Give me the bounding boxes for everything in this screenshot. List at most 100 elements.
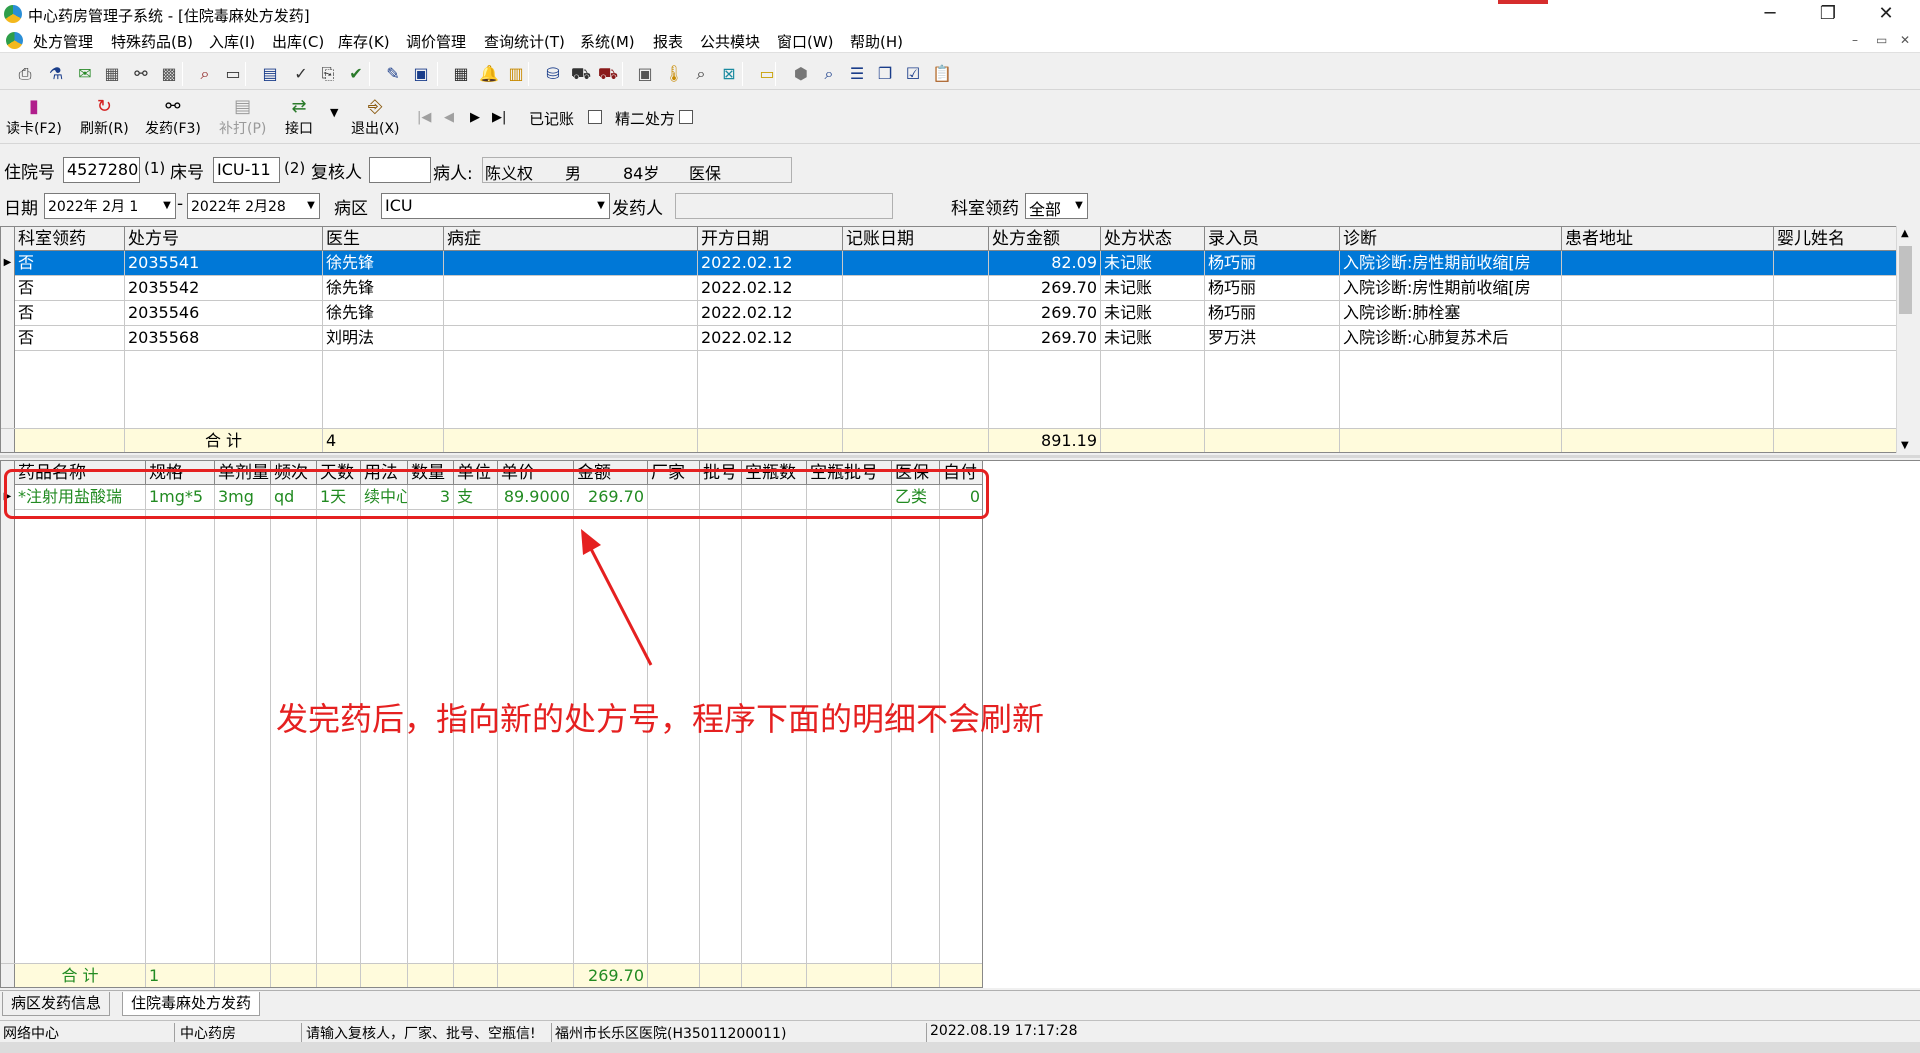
bed-field[interactable]: ICU-11	[213, 157, 280, 183]
window-icon[interactable]: ▣	[410, 63, 432, 85]
nav-last-button[interactable]: ▶|	[492, 110, 506, 125]
list-icon[interactable]: ☰	[846, 63, 868, 85]
rx-col-header[interactable]: 处方号	[125, 227, 323, 251]
print-icon[interactable]: ⎙	[14, 63, 36, 85]
binoculars-icon[interactable]: ⚯	[130, 63, 152, 85]
close-box-icon[interactable]: ⊠	[718, 63, 740, 85]
scroll-down-icon[interactable]: ▼	[1901, 440, 1909, 451]
menu-prescription[interactable]: 处方管理	[33, 31, 93, 52]
rx-col-header[interactable]: 处方状态	[1101, 227, 1205, 251]
rx-col-header[interactable]: 病症	[444, 227, 698, 251]
rx-row[interactable]: 否 2035568 刘明法 2022.02.12 269.70 未记账 罗万洪 入院诊断:心肺…	[1, 326, 1897, 351]
thermometer-icon[interactable]: 🌡	[663, 63, 685, 85]
menu-stock-out[interactable]: 出库(C)	[272, 31, 324, 52]
date-to-picker[interactable]: 2022年 2月28 ▼	[187, 193, 320, 219]
rx-col-header[interactable]: 婴儿姓名	[1774, 227, 1897, 251]
zoom-icon[interactable]: ⌕	[690, 63, 712, 85]
dept-pickup-dropdown-icon[interactable]: ▼	[1071, 194, 1087, 218]
bottle-icon[interactable]: ⚗	[45, 63, 67, 85]
rx-col-header[interactable]: 处方金额	[989, 227, 1101, 251]
scroll-up-icon[interactable]: ▲	[1901, 228, 1909, 239]
rx-row[interactable]: 否 2035546 徐先锋 2022.02.12 269.70 未记账 杨巧丽 入院诊断:肺栓…	[1, 301, 1897, 326]
truck-icon[interactable]: ⛟	[570, 63, 592, 85]
copy-icon[interactable]: ⎘	[317, 63, 339, 85]
date-from-dropdown-icon[interactable]: ▼	[159, 194, 175, 218]
nav-next-button[interactable]: ▶	[470, 110, 480, 125]
dispense-button[interactable]: ⚯ 发药(F3)	[145, 96, 201, 138]
mdi-restore-button[interactable]: ▭	[1876, 33, 1887, 47]
menu-public-module[interactable]: 公共模块	[700, 31, 760, 52]
bucket-icon[interactable]: ⛁	[542, 63, 564, 85]
cascade-icon[interactable]: ❐	[874, 63, 896, 85]
stamp-icon[interactable]: ⬢	[790, 63, 812, 85]
psych2-checkbox[interactable]	[679, 110, 693, 124]
magnifier-icon[interactable]: ⌕	[818, 63, 840, 85]
edit-icon[interactable]: ✎	[382, 63, 404, 85]
rx-row[interactable]: ▶ 否 2035541 徐先锋 2022.02.12 82.09 未记账 杨巧丽 入院诊断:房性…	[1, 251, 1897, 276]
menu-stock-in[interactable]: 入库(I)	[209, 31, 255, 52]
read-card-button[interactable]: ▮ 读卡(F2)	[6, 96, 62, 138]
interface-dropdown-arrow[interactable]: ▼	[330, 106, 338, 119]
refresh-label: 刷新(R)	[80, 121, 129, 137]
menu-window[interactable]: 窗口(W)	[777, 31, 834, 52]
menu-query-stats[interactable]: 查询统计(T)	[484, 31, 565, 52]
approve-icon[interactable]: ✔	[345, 63, 367, 85]
ward-select[interactable]: ICU ▼	[381, 193, 610, 219]
rx-row[interactable]: 否 2035542 徐先锋 2022.02.12 269.70 未记账 杨巧丽 入院诊断:房性…	[1, 276, 1897, 301]
reprint-button[interactable]: ▤ 补打(P)	[219, 96, 266, 138]
menu-special-drugs[interactable]: 特殊药品(B)	[111, 31, 193, 52]
checklist-icon[interactable]: ☑	[902, 63, 924, 85]
menu-reports[interactable]: 报表	[653, 31, 683, 52]
grid-icon[interactable]: ▩	[158, 63, 180, 85]
clipboard-icon[interactable]: 📋	[931, 63, 953, 85]
exit-button[interactable]: ⎆ 退出(X)	[351, 96, 400, 138]
date-to-dropdown-icon[interactable]: ▼	[303, 194, 319, 218]
minimize-button[interactable]: ─	[1742, 0, 1798, 29]
prescription-grid-scrollbar[interactable]: ▲ ▼	[1896, 226, 1914, 453]
rx-col-header[interactable]: 科室领药	[15, 227, 125, 251]
nav-first-button[interactable]: |◀	[417, 110, 431, 125]
scroll-thumb[interactable]	[1899, 246, 1912, 314]
rx-col-header[interactable]: 诊断	[1340, 227, 1562, 251]
interface-button[interactable]: ⇄ 接口	[285, 96, 313, 138]
rx-col-header[interactable]: 开方日期	[698, 227, 843, 251]
menu-price-adjust[interactable]: 调价管理	[406, 31, 466, 52]
rx-col-header[interactable]: 医生	[323, 227, 444, 251]
menu-inventory[interactable]: 库存(K)	[338, 31, 390, 52]
recorded-checkbox[interactable]	[588, 110, 602, 124]
close-button[interactable]: ✕	[1858, 0, 1914, 29]
refresh-button[interactable]: ↻ 刷新(R)	[80, 96, 129, 138]
rx-cell-doctor: 刘明法	[323, 326, 444, 351]
truck2-icon[interactable]: ⛟	[597, 63, 619, 85]
ward-dropdown-icon[interactable]: ▼	[593, 194, 609, 218]
bell-icon[interactable]: 🔔	[478, 63, 500, 85]
book-icon[interactable]: ▤	[259, 63, 281, 85]
dispenser-field[interactable]	[675, 193, 893, 219]
monitor-icon[interactable]: ▣	[634, 63, 656, 85]
menu-system[interactable]: 系统(M)	[580, 31, 635, 52]
date-from-picker[interactable]: 2022年 2月 1 ▼	[44, 193, 176, 219]
dept-pickup-select[interactable]: 全部 ▼	[1025, 193, 1088, 219]
tab-inpatient-narcotic-dispense[interactable]: 住院毒麻处方发药	[122, 992, 261, 1016]
prescription-grid[interactable]: 科室领药 处方号 医生 病症 开方日期 记账日期 处方金额 处方状态 录入员 诊断 患者地址 婴儿姓名…	[0, 226, 1898, 453]
rx-col-header[interactable]: 患者地址	[1562, 227, 1774, 251]
mdi-close-button[interactable]: ✕	[1900, 33, 1910, 47]
status-network: 网络中心	[1, 1023, 175, 1042]
check-mail-icon[interactable]: ✉	[74, 63, 96, 85]
calculator-icon[interactable]: ▦	[101, 63, 123, 85]
search-doc-icon[interactable]: ⌕	[194, 63, 216, 85]
admission-no-field[interactable]: 4527280	[63, 157, 140, 183]
checkmark-icon[interactable]: ✓	[290, 63, 312, 85]
reviewer-field[interactable]	[369, 157, 431, 183]
nav-prev-button[interactable]: ◀	[444, 110, 454, 125]
rx-col-header[interactable]: 记账日期	[843, 227, 989, 251]
rx-col-header[interactable]: 录入员	[1205, 227, 1340, 251]
tab-ward-dispense-info[interactable]: 病区发药信息	[2, 992, 111, 1016]
report-icon[interactable]: ▥	[505, 63, 527, 85]
calendar-icon[interactable]: ▦	[450, 63, 472, 85]
restore-button[interactable]: ❐	[1800, 0, 1856, 29]
card-icon[interactable]: ▭	[222, 63, 244, 85]
menu-help[interactable]: 帮助(H)	[850, 31, 903, 52]
mdi-minimize-button[interactable]: –	[1852, 33, 1858, 47]
splitter[interactable]	[0, 455, 1920, 458]
